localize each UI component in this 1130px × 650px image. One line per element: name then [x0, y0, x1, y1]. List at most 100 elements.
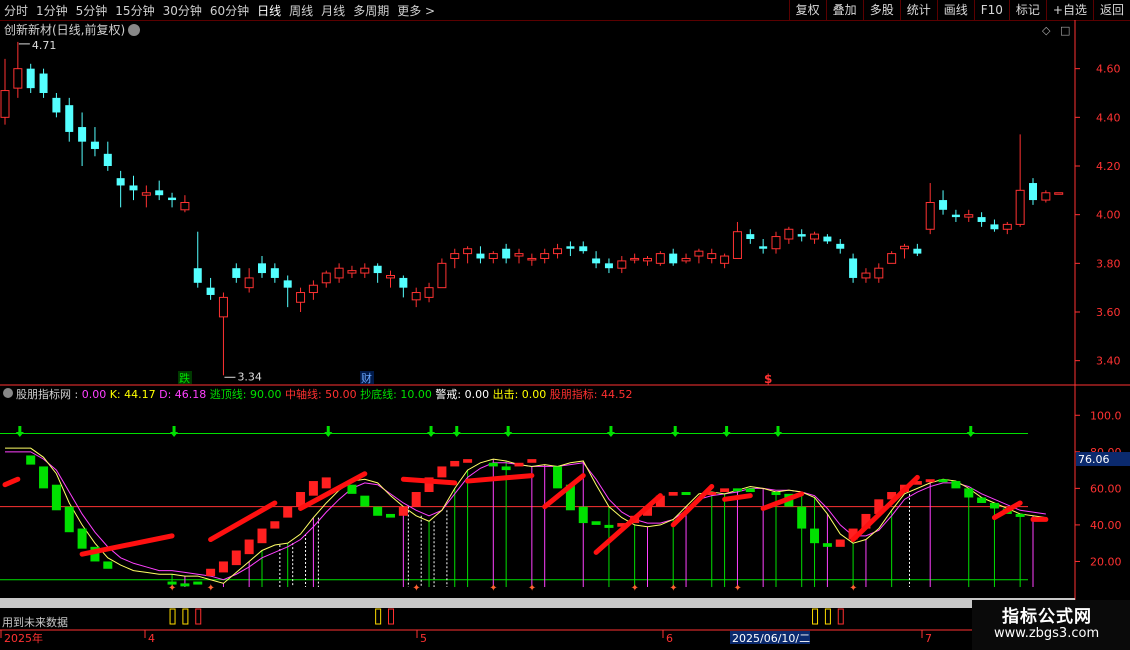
indicator-bar — [989, 502, 999, 509]
d-line — [5, 451, 1046, 581]
candle-body — [990, 224, 999, 230]
candle-body — [193, 268, 202, 283]
future-marker — [824, 608, 831, 625]
indicator-bar — [822, 543, 832, 547]
star-marker-icon: ✦ — [489, 583, 497, 594]
candle-body — [258, 263, 266, 274]
down-arrow-icon — [452, 426, 461, 437]
future-marker — [182, 608, 189, 625]
indicator-value: 出击: 0.00 — [493, 387, 550, 401]
candle-body — [1054, 192, 1064, 195]
future-marker — [837, 608, 844, 625]
candle-body — [951, 214, 960, 218]
candle-body — [424, 287, 434, 298]
candle-body — [283, 280, 292, 288]
stock-title: 创新新材(日线,前复权) — [4, 22, 125, 37]
date-label: 7 — [925, 632, 932, 645]
candle-body — [1002, 223, 1012, 230]
indicator-bar — [514, 462, 524, 467]
candle-body — [913, 248, 922, 254]
down-arrow-icon — [671, 426, 680, 437]
price-tick-label: 4.20 — [1096, 160, 1121, 173]
candle-body — [90, 141, 99, 149]
k-line — [5, 447, 1046, 584]
candle-body — [347, 270, 357, 274]
indicator-bar — [450, 460, 460, 467]
candle-body — [155, 190, 164, 196]
indicator-segment — [465, 473, 535, 484]
indicator-bar — [938, 479, 948, 483]
indicator-value: 警戒: 0.00 — [435, 387, 492, 401]
candle-body — [579, 246, 588, 252]
candle-body — [874, 267, 884, 279]
indicator-segment — [670, 484, 715, 528]
candle-body — [797, 234, 806, 237]
down-arrow-icon — [722, 426, 731, 437]
date-label: 2025/06/10/二 — [732, 632, 810, 645]
indicator-bar — [231, 550, 241, 566]
indicator-bar — [578, 506, 588, 524]
indicator-bar — [386, 513, 395, 518]
price-tick-label: 3.80 — [1096, 257, 1121, 270]
indicator-bar — [308, 481, 318, 496]
indicator-bar — [180, 583, 190, 587]
indicator-bar — [51, 484, 61, 511]
candle-body — [553, 248, 563, 255]
candle-body — [630, 257, 640, 261]
candle-body — [0, 90, 10, 118]
indicator-bar — [810, 528, 820, 544]
low-label: 3.34 — [237, 370, 262, 383]
indicator-bar — [26, 455, 36, 465]
down-arrow-icon — [427, 426, 436, 437]
indicator-bar — [720, 488, 730, 493]
candle-body — [39, 73, 48, 93]
star-marker-icon: ✦ — [528, 583, 536, 594]
candle-body — [244, 277, 254, 289]
candle-body — [116, 178, 125, 186]
candle-body — [887, 253, 897, 264]
star-marker-icon: ✦ — [733, 583, 741, 594]
indicator-bar — [373, 506, 383, 516]
indicator-bar — [283, 506, 293, 518]
stock-chart[interactable]: 创新新材(日线,前复权) ◇ □ 4.60 4.40 4.20 4.00 3.80 3.60 3.… — [0, 0, 1130, 650]
candle-body — [617, 260, 627, 269]
candle-body — [1041, 192, 1051, 201]
future-marker — [169, 608, 176, 625]
candle-body — [964, 214, 974, 218]
star-marker-icon: ✦ — [207, 583, 215, 594]
star-marker-icon: ✦ — [631, 583, 639, 594]
candle-body — [232, 268, 241, 278]
candle-body — [566, 246, 575, 249]
down-arrow-icon — [324, 426, 333, 437]
indicator-name: 股朋指标网 : — [16, 387, 82, 401]
indicator-value: 逃顶线: 90.00 — [210, 387, 285, 401]
candle-body — [784, 228, 794, 240]
indicator-value: K: 44.17 — [110, 388, 159, 401]
candle-body — [514, 253, 524, 257]
candle-body — [746, 234, 755, 239]
indicator-bar — [591, 521, 601, 525]
indicator-bar — [270, 521, 280, 529]
candle-body — [373, 265, 382, 274]
high-label: 4.71 — [32, 39, 56, 52]
indicator-header: 股朋指标网 : 0.00 K: 44.17 D: 46.18 逃顶线: 90.0… — [16, 387, 633, 401]
candle-body — [180, 202, 190, 211]
down-arrow-icon — [15, 426, 24, 437]
indicator-tick-label: 40.00 — [1090, 519, 1122, 532]
candle-body — [669, 253, 678, 264]
candle-body — [823, 236, 832, 242]
down-arrow-icon — [170, 426, 179, 437]
date-label: 2025年 — [4, 631, 43, 645]
future-marker — [812, 608, 819, 625]
candle-body — [129, 185, 138, 191]
indicator-segment — [722, 493, 753, 502]
indicator-bar — [527, 459, 537, 463]
candle-body — [900, 245, 909, 250]
indicator-bar — [501, 466, 511, 471]
watermark-title: 指标公式网 — [1002, 607, 1092, 627]
indicator-bar — [925, 479, 935, 483]
price-tick-label: 4.00 — [1096, 209, 1121, 222]
indicator-bar — [977, 497, 987, 503]
candle-body — [604, 263, 613, 269]
candle-body — [694, 250, 704, 257]
